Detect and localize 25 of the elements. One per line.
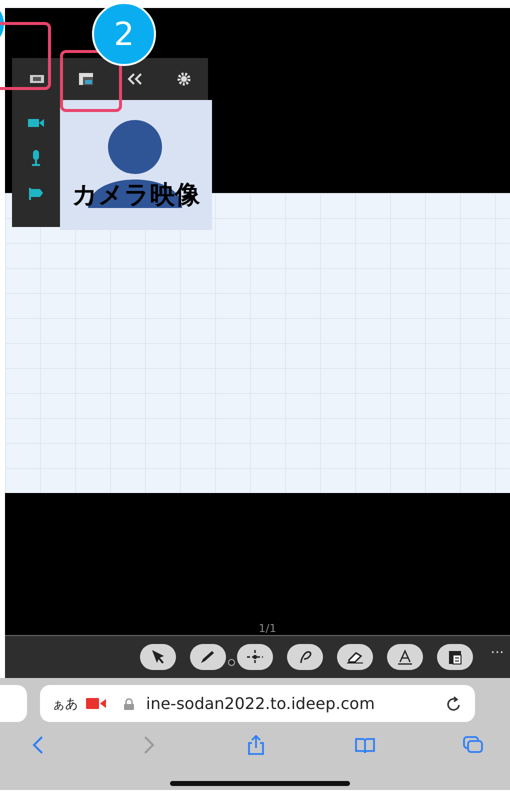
text-tool[interactable]	[386, 644, 423, 670]
flag-icon	[29, 188, 43, 200]
more-button[interactable]: ···	[490, 645, 504, 661]
eraser-tool[interactable]	[336, 644, 373, 670]
pen-tool[interactable]	[190, 644, 226, 670]
camera-label: カメラ映像	[72, 179, 200, 211]
text-size-button[interactable]: ぁあ	[52, 694, 78, 712]
move-tool[interactable]	[236, 644, 273, 670]
video-camera-icon	[28, 118, 44, 128]
layout-icon	[78, 72, 94, 86]
pointer-tool[interactable]	[140, 644, 176, 670]
url-text: ine-sodan2022.to.ideep.com	[146, 694, 376, 713]
lasso-tool[interactable]	[286, 644, 323, 670]
video-camera-icon	[86, 698, 106, 709]
highlight-frame	[0, 22, 51, 90]
pen-size-dot	[228, 658, 235, 666]
microphone-icon	[31, 150, 41, 166]
double-chevron-icon	[126, 73, 142, 85]
lock-icon	[124, 698, 134, 710]
address-bar[interactable]: ぁあ ine-sodan2022.to.ideep.com	[40, 685, 475, 722]
camera-icon	[28, 73, 44, 85]
clipboard-tool[interactable]	[436, 644, 473, 670]
reload-icon[interactable]	[445, 694, 463, 712]
page-indicator: 1/1	[258, 622, 276, 635]
settings-icon	[176, 72, 190, 86]
